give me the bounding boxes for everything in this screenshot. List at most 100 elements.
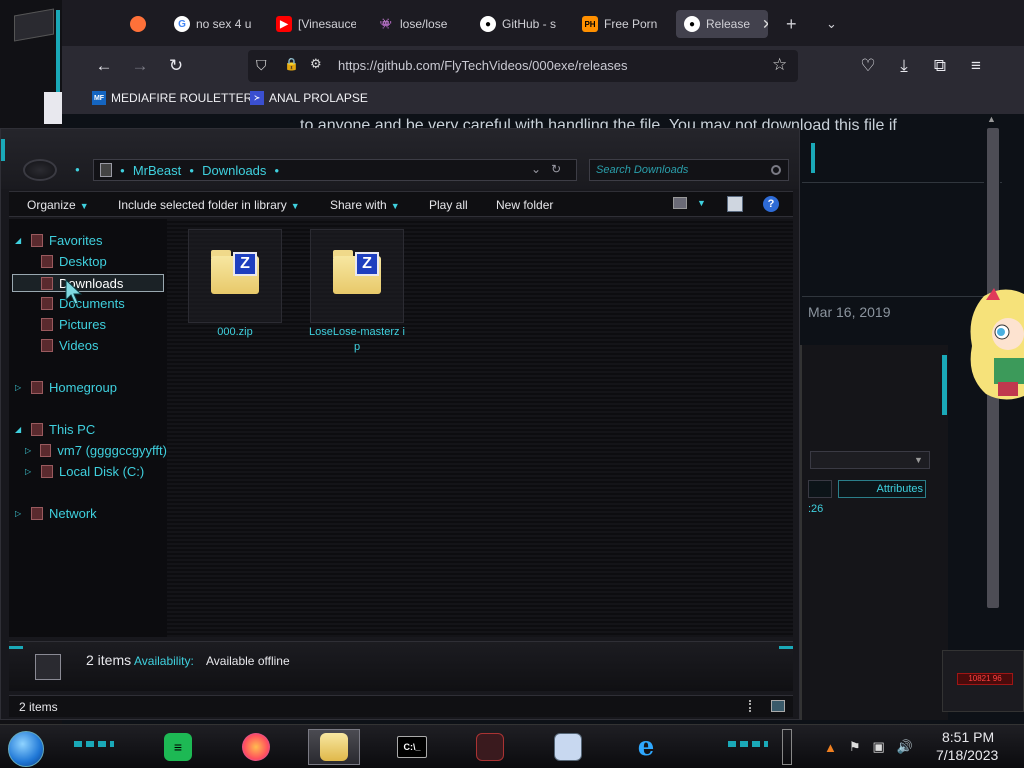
reload-button[interactable]: ↻ — [164, 54, 188, 78]
tab-releases-active[interactable]: ● Release ✕ — [676, 10, 768, 38]
file-list[interactable]: Z 000.zip Z LoseLose-masterz ip — [167, 219, 793, 637]
clock-time[interactable]: 8:51 PM — [942, 729, 994, 745]
taskbar-monitor[interactable] — [542, 729, 594, 765]
change-view-icon[interactable] — [673, 197, 687, 209]
downloads-icon — [41, 276, 53, 290]
github-icon: ● — [480, 16, 496, 32]
chevron-down-icon[interactable]: ▼ — [697, 198, 706, 208]
file-name[interactable]: LoseLose-masterz ip — [307, 325, 407, 355]
tray-app-icon[interactable]: ▲ — [824, 740, 837, 755]
forward-button[interactable]: → — [128, 54, 152, 78]
downloads-button[interactable]: ⤓ — [892, 54, 916, 78]
flag-icon[interactable]: ⚑ — [849, 739, 861, 755]
nav-label: Network — [49, 506, 97, 521]
file-item[interactable]: Z — [310, 229, 404, 323]
item-count: 2 items — [86, 652, 132, 668]
address-controls[interactable]: ⌄ ↻ — [531, 162, 561, 176]
chevron-down-icon[interactable]: ⌄ — [531, 162, 541, 176]
pocket-button[interactable]: ♡ — [856, 54, 880, 78]
tab-label: no sex 4 u — [196, 17, 252, 31]
system-tray: ▲ ⚑ ▣ 🔊 — [824, 735, 913, 759]
nav-vm7-drive[interactable]: ▷ vm7 (ggggccgyyfft) — [25, 443, 167, 458]
desktop-widget — [44, 92, 64, 124]
preview-pane-icon[interactable] — [727, 196, 743, 212]
tab-ph[interactable]: PH Free Porn — [582, 10, 664, 38]
nav-downloads-selected[interactable]: Downloads — [12, 274, 164, 292]
list-tabs-button[interactable]: ⌄ — [826, 10, 846, 38]
attributes-column-header[interactable]: Attributes — [838, 480, 926, 498]
close-icon[interactable]: ✕ — [762, 16, 768, 33]
tab-google[interactable]: G no sex 4 u — [174, 10, 254, 38]
search-input[interactable]: Search Downloads — [589, 159, 789, 181]
teal-accent — [1, 139, 5, 161]
tab-firefox-view[interactable] — [130, 10, 154, 38]
search-icon[interactable] — [771, 165, 781, 175]
url-bar[interactable]: ⛉ 🔒 ⚙ https://github.com/FlyTechVideos/0… — [248, 50, 798, 82]
teal-accent — [779, 646, 793, 649]
nav-label: Pictures — [59, 317, 106, 332]
share-with-button[interactable]: Share with ▼ — [330, 198, 400, 212]
folder-large-icon — [35, 654, 61, 680]
expand-arrow-icon[interactable]: ◢ — [15, 425, 25, 434]
back-button[interactable]: ← — [92, 54, 116, 78]
taskbar-internet-explorer[interactable]: e — [620, 729, 672, 765]
clock-date[interactable]: 7/18/2023 — [936, 747, 998, 763]
bookmark-second[interactable]: ≻ ANAL PROLAPSE — [250, 91, 368, 105]
new-folder-button[interactable]: New folder — [496, 198, 553, 212]
permissions-icon: ⚙ — [310, 56, 322, 71]
cartoon-character-desktop-pet[interactable] — [964, 286, 1024, 406]
expand-arrow-icon[interactable]: ▷ — [15, 509, 25, 518]
expand-arrow-icon[interactable]: ▷ — [15, 383, 25, 392]
taskbar-firefox[interactable] — [230, 729, 282, 765]
tab-github[interactable]: ● GitHub - s — [480, 10, 560, 38]
nav-desktop[interactable]: Desktop — [41, 254, 107, 269]
play-all-button[interactable]: Play all — [429, 198, 468, 212]
large-icons-view-icon[interactable] — [771, 700, 785, 712]
teal-accent — [942, 355, 947, 415]
breadcrumb-user[interactable]: MrBeast — [133, 163, 181, 178]
taskbar-cmd[interactable]: C:\_ — [386, 729, 438, 765]
back-orb-button[interactable] — [23, 159, 57, 181]
show-desktop-button[interactable] — [782, 729, 792, 765]
volume-icon[interactable]: 🔊 — [897, 739, 913, 755]
menu-button[interactable]: ≡ — [964, 54, 988, 78]
refresh-icon[interactable]: ↻ — [551, 162, 561, 176]
details-view-icon[interactable] — [749, 700, 753, 712]
network-icon[interactable]: ▣ — [873, 739, 885, 755]
gadget-display: 10821 96 — [957, 673, 1013, 685]
taskbar-media[interactable] — [464, 729, 516, 765]
nav-homegroup[interactable]: ▷ Homegroup — [15, 380, 117, 395]
computer-icon — [100, 163, 112, 177]
address-bar[interactable]: ● MrBeast ● Downloads ● — [93, 159, 577, 181]
scroll-up-arrow[interactable]: ▲ — [987, 114, 996, 124]
expand-arrow-icon[interactable]: ▷ — [25, 446, 34, 455]
file-name[interactable]: 000.zip — [185, 325, 285, 340]
file-item[interactable]: Z — [188, 229, 282, 323]
chevron-down-icon: ▼ — [290, 201, 300, 211]
start-button[interactable] — [8, 731, 44, 767]
expand-arrow-icon[interactable]: ◢ — [15, 236, 25, 245]
nav-videos[interactable]: Videos — [41, 338, 99, 353]
expand-arrow-icon[interactable]: ▷ — [25, 467, 35, 476]
taskbar-file-explorer[interactable] — [308, 729, 360, 765]
nav-network[interactable]: ▷ Network — [15, 506, 97, 521]
include-in-library-button[interactable]: Include selected folder in library ▼ — [118, 198, 300, 212]
tab-loselose[interactable]: 👾 lose/lose — [378, 10, 458, 38]
extensions-button[interactable]: ⧉ — [928, 54, 952, 78]
desktop-widget — [14, 8, 54, 42]
new-tab-button[interactable]: + — [786, 10, 806, 38]
arrow-right-icon: → — [131, 56, 149, 75]
star-icon[interactable]: ☆ — [772, 55, 787, 75]
organize-button[interactable]: Organize ▼ — [27, 198, 89, 212]
taskbar-spotify[interactable]: ≡ — [152, 729, 204, 765]
nav-local-disk[interactable]: ▷ Local Disk (C:) — [25, 464, 144, 479]
nav-favorites[interactable]: ◢ Favorites — [15, 233, 102, 248]
nav-pictures[interactable]: Pictures — [41, 317, 106, 332]
nav-this-pc[interactable]: ◢ This PC — [15, 422, 95, 437]
help-icon[interactable]: ? — [763, 196, 779, 212]
breadcrumb-downloads[interactable]: Downloads — [202, 163, 266, 178]
recent-pages-dropdown[interactable]: ● — [75, 165, 80, 174]
background-window: ▼ — [800, 345, 948, 720]
bookmark-mediafire[interactable]: MF MEDIAFIRE ROULETTER — [92, 91, 252, 105]
tab-youtube[interactable]: ▶ [Vinesauce — [276, 10, 356, 38]
